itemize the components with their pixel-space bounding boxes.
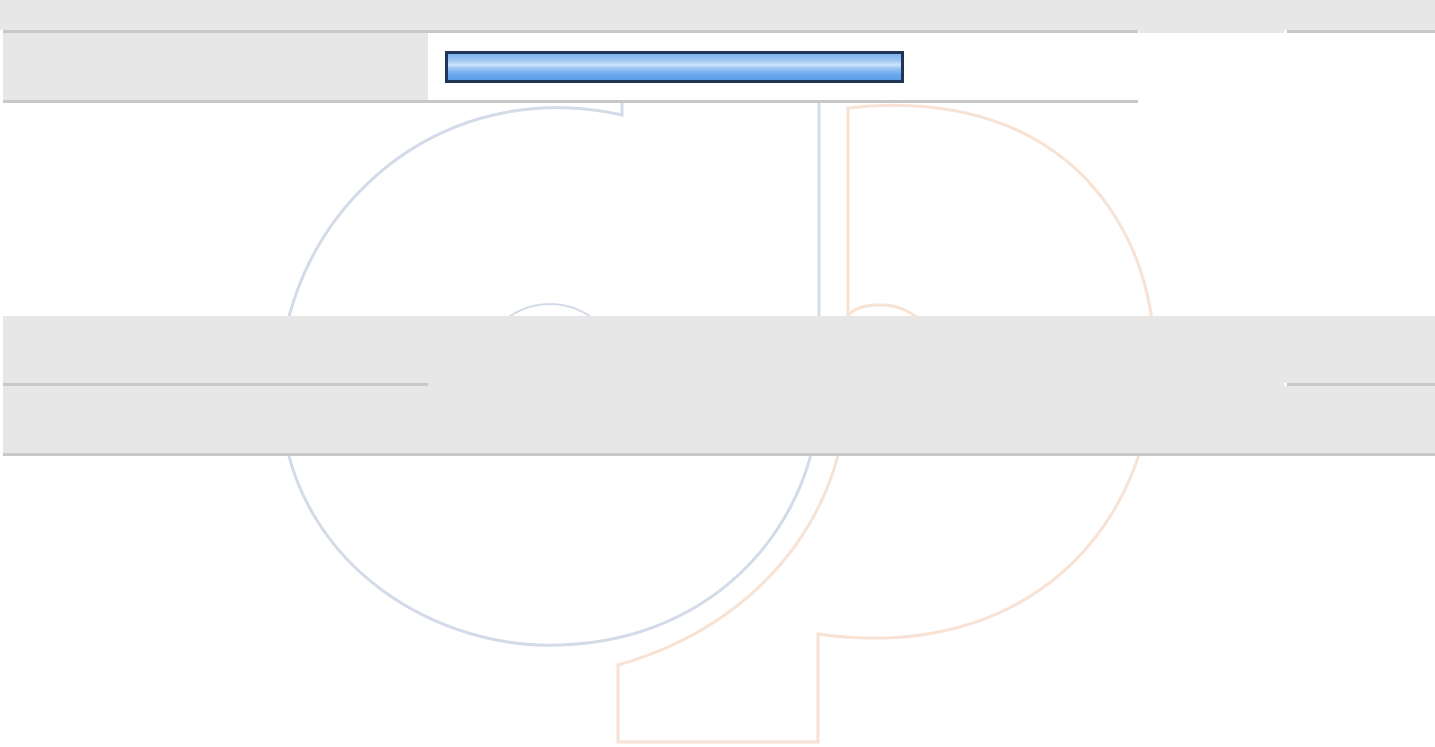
middle-band — [0, 316, 1435, 458]
progress-label — [448, 54, 901, 80]
page — [0, 0, 1435, 747]
top-left-cell — [3, 33, 428, 100]
progress-bar — [445, 51, 904, 83]
